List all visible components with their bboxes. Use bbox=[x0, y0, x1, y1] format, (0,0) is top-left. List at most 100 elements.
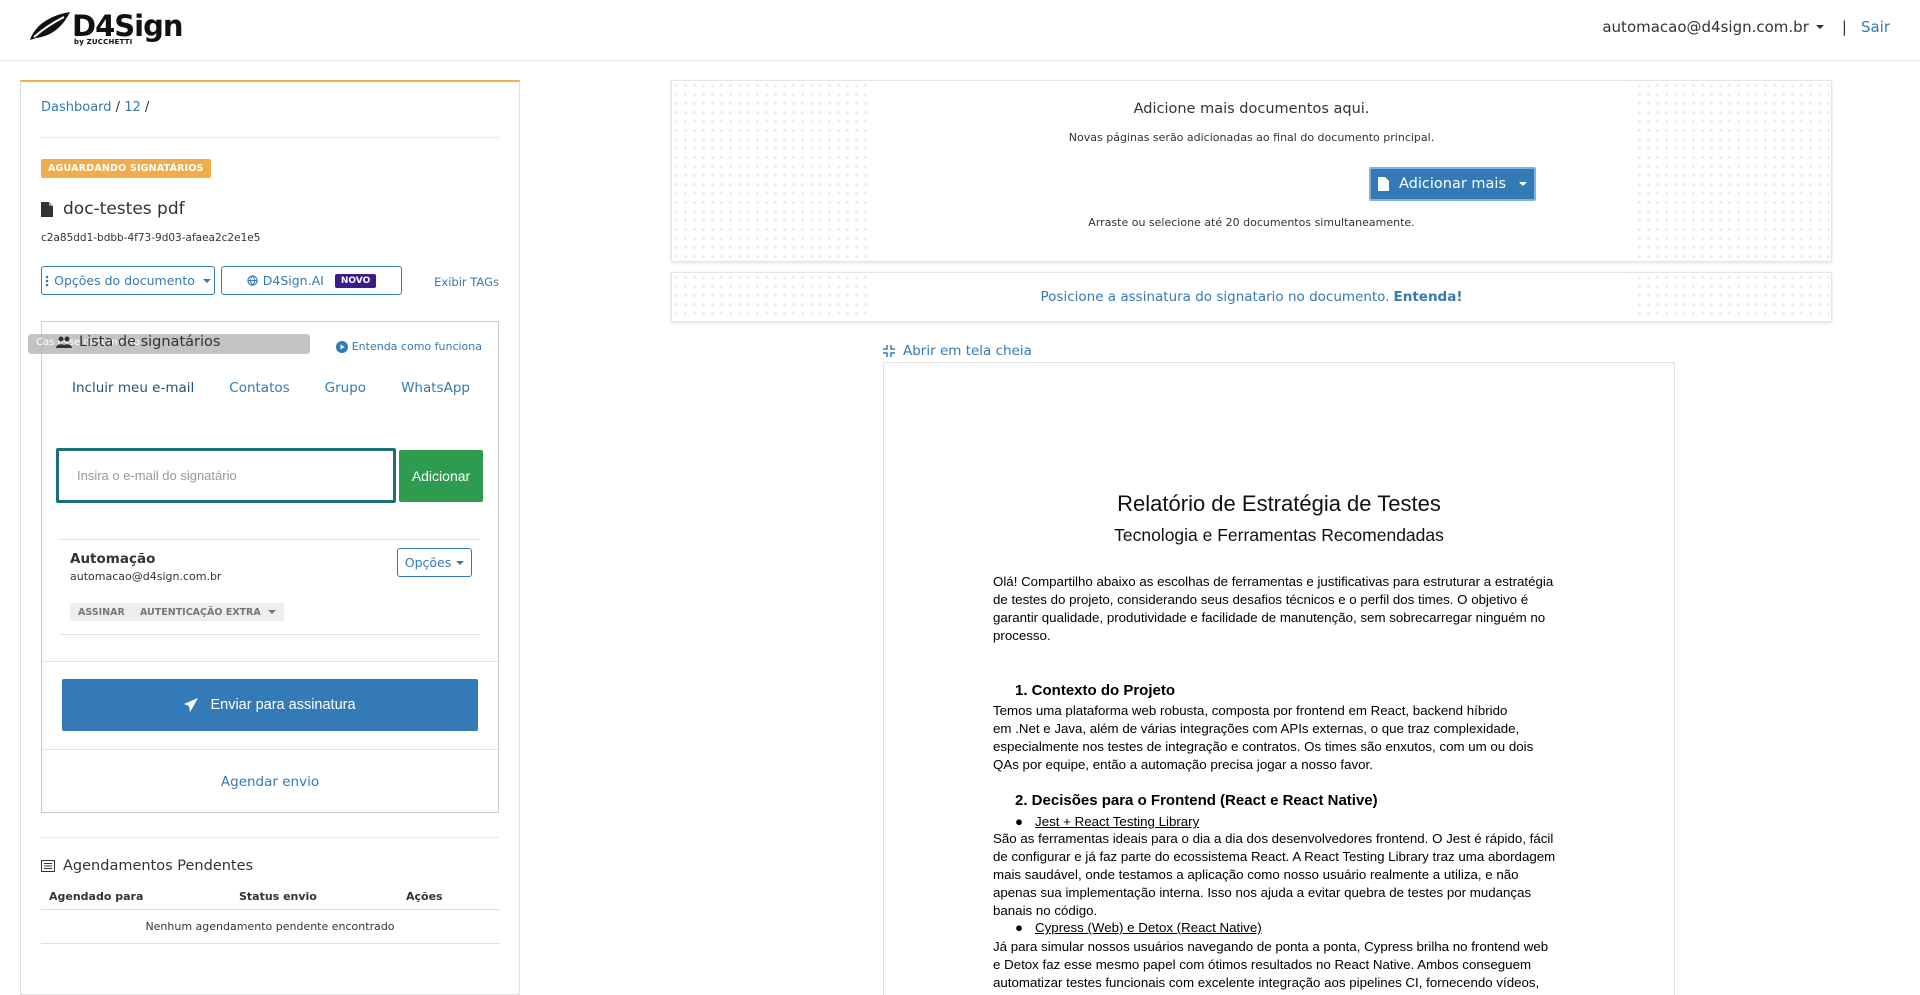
text-line: Já para simular nossos usuários navegand… bbox=[993, 939, 1549, 954]
d4sign-logo[interactable]: D4Sign by ZUCCHETTI bbox=[28, 10, 183, 46]
signers-title-text: Lista de signatários bbox=[79, 334, 221, 350]
signer-email: automacao@d4sign.com.br bbox=[70, 570, 222, 583]
paper-plane-icon bbox=[184, 698, 199, 712]
text-line: banais no código. bbox=[993, 903, 1098, 918]
add-signer-button[interactable]: Adicionar bbox=[399, 450, 483, 502]
users-icon bbox=[56, 336, 72, 348]
breadcrumb-separator: / bbox=[144, 100, 150, 115]
breadcrumb: Dashboard / 12 / bbox=[41, 100, 149, 115]
vertical-dots-icon bbox=[45, 275, 49, 286]
text-line: QAs por equipe, então a automação precis… bbox=[993, 757, 1373, 772]
text-line: e Detox faz esse mesmo papel com ótimos … bbox=[993, 957, 1532, 972]
understand-link[interactable]: Entenda! bbox=[1394, 289, 1463, 305]
fullscreen-label: Abrir em tela cheia bbox=[903, 343, 1032, 359]
d4sign-leaf-icon bbox=[30, 12, 70, 40]
breadcrumb-folder[interactable]: 12 bbox=[124, 100, 141, 115]
send-button-label: Enviar para assinatura bbox=[210, 697, 356, 713]
pending-schedules-title: Agendamentos Pendentes bbox=[41, 858, 253, 874]
document-name: doc-testes pdf bbox=[63, 199, 185, 219]
chevron-down-icon bbox=[1815, 25, 1824, 29]
add-more-label: Adicionar mais bbox=[1398, 176, 1506, 192]
signer-options-label: Opções bbox=[404, 555, 452, 570]
show-tags-link[interactable]: Exibir TAGs bbox=[434, 275, 499, 289]
text-line: de configurar e já faz parte do ecossist… bbox=[993, 849, 1556, 864]
d4sign-ai-button[interactable]: D4Sign.AI NOVO bbox=[221, 266, 402, 295]
bullet-icon: ● bbox=[1015, 814, 1024, 829]
signers-panel: Cas esse documento Lista de signatários … bbox=[28, 321, 499, 813]
sign-action-label: ASSINAR bbox=[78, 606, 125, 618]
section-paragraph: Já para simular nossos usuários navegand… bbox=[993, 938, 1573, 992]
document-options-button[interactable]: Opções do documento bbox=[41, 266, 215, 295]
section-paragraph: Temos uma plataforma web robusta, compos… bbox=[993, 702, 1573, 774]
signer-name: Automação bbox=[70, 551, 156, 567]
position-hint-content: Posicione a assinatura do signatario no … bbox=[872, 273, 1631, 321]
send-for-signature-button[interactable]: Enviar para assinatura bbox=[62, 679, 478, 731]
document-heading: Relatório de Estratégia de Testes bbox=[1117, 491, 1441, 516]
text-line: em .Net e Java, além de várias integraçõ… bbox=[993, 721, 1520, 736]
signer-options-button[interactable]: Opções bbox=[397, 548, 472, 577]
document-options-label: Opções do documento bbox=[54, 273, 195, 288]
bullet-item: ● Jest + React Testing Library bbox=[1015, 814, 1199, 829]
breadcrumb-separator: / bbox=[115, 100, 121, 115]
list-icon bbox=[41, 860, 55, 872]
schedule-send-link[interactable]: Agendar envio bbox=[42, 774, 498, 790]
divider bbox=[41, 837, 499, 838]
tab-group[interactable]: Grupo bbox=[325, 380, 366, 396]
text-line: Temos uma plataforma web robusta, compos… bbox=[993, 703, 1508, 718]
upload-subtitle: Novas páginas serão adicionadas ao final… bbox=[1068, 131, 1435, 144]
text-line: Olá! Compartilho abaixo as escolhas de f… bbox=[993, 574, 1554, 589]
text-line: garantir qualidade, produtividade e faci… bbox=[993, 610, 1546, 625]
open-fullscreen-link[interactable]: Abrir em tela cheia bbox=[883, 343, 1032, 359]
divider bbox=[42, 661, 498, 662]
tab-contacts[interactable]: Contatos bbox=[229, 380, 289, 396]
chevron-down-icon bbox=[1519, 182, 1527, 186]
user-area: automacao@d4sign.com.br | Sair bbox=[1602, 18, 1890, 36]
bullet-text: Cypress (Web) e Detox (React Native) bbox=[1035, 920, 1262, 935]
add-more-button[interactable]: Adicionar mais bbox=[1369, 167, 1536, 201]
header-separator: | bbox=[1841, 18, 1847, 36]
tab-include-my-email[interactable]: Incluir meu e-mail bbox=[72, 380, 194, 396]
signer-card: Automação automacao@d4sign.com.br Opções… bbox=[60, 539, 480, 635]
top-header: D4Sign by ZUCCHETTI automacao@d4sign.com… bbox=[0, 0, 1920, 61]
pending-schedules-table: Agendado para Status envio Ações Nenhum … bbox=[41, 884, 499, 944]
how-it-works-link[interactable]: Entenda como funciona bbox=[335, 340, 482, 353]
signer-email-input[interactable] bbox=[56, 448, 396, 503]
logout-link[interactable]: Sair bbox=[1861, 18, 1890, 36]
expand-icon bbox=[883, 345, 895, 357]
signer-source-tabs: Incluir meu e-mail Contatos Grupo WhatsA… bbox=[56, 380, 486, 396]
bullet-text: Jest + React Testing Library bbox=[1035, 814, 1200, 829]
text-line: especialmente nos testes de integração e… bbox=[993, 739, 1534, 754]
ai-globe-icon bbox=[247, 275, 258, 286]
column-header: Ações bbox=[406, 890, 443, 903]
upload-title: Adicione mais documentos aqui. bbox=[1133, 101, 1370, 117]
user-menu[interactable]: automacao@d4sign.com.br bbox=[1602, 18, 1824, 36]
signature-position-hint: Posicione a assinatura do signatario no … bbox=[671, 272, 1832, 322]
column-header: Status envio bbox=[239, 890, 317, 903]
document-panel: Dashboard / 12 / AGUARDANDO SIGNATÁRIOS … bbox=[20, 80, 520, 995]
document-id: c2a85dd1-bdbb-4f73-9d03-afaea2c2e1e5 bbox=[41, 232, 261, 244]
chevron-down-icon bbox=[267, 610, 276, 614]
table-header: Agendado para Status envio Ações bbox=[41, 884, 499, 910]
column-header: Agendado para bbox=[49, 890, 144, 903]
document-subheading: Tecnologia e Ferramentas Recomendadas bbox=[1114, 525, 1444, 545]
extra-auth-chip[interactable]: AUTENTICAÇÃO EXTRA bbox=[132, 603, 284, 621]
upload-dropzone[interactable]: Adicione mais documentos aqui. Novas pág… bbox=[671, 80, 1832, 262]
file-icon bbox=[1377, 177, 1389, 191]
section-paragraph: São as ferramentas ideais para o dia a d… bbox=[993, 830, 1573, 920]
breadcrumb-dashboard[interactable]: Dashboard bbox=[41, 100, 112, 115]
logo-subtitle: by ZUCCHETTI bbox=[74, 38, 133, 46]
position-hint-text: Posicione a assinatura do signatario no … bbox=[1040, 289, 1390, 305]
extra-auth-label: AUTENTICAÇÃO EXTRA bbox=[140, 606, 261, 618]
section-heading: 1. Contexto do Projeto bbox=[1015, 682, 1176, 699]
text-line: de testes do projeto, considerando seus … bbox=[993, 592, 1529, 607]
play-circle-icon bbox=[335, 340, 348, 353]
document-title: doc-testes pdf bbox=[41, 199, 185, 219]
document-preview-page[interactable]: Relatório de Estratégia de Testes Tecnol… bbox=[883, 362, 1675, 995]
upload-content: Adicione mais documentos aqui. Novas pág… bbox=[872, 81, 1631, 261]
divider bbox=[41, 137, 499, 138]
text-line: processo. bbox=[993, 628, 1051, 643]
upload-note: Arraste ou selecione até 20 documentos s… bbox=[1088, 216, 1415, 229]
status-badge: AGUARDANDO SIGNATÁRIOS bbox=[41, 159, 211, 178]
tab-whatsapp[interactable]: WhatsApp bbox=[401, 380, 470, 396]
pending-title-text: Agendamentos Pendentes bbox=[63, 858, 254, 874]
